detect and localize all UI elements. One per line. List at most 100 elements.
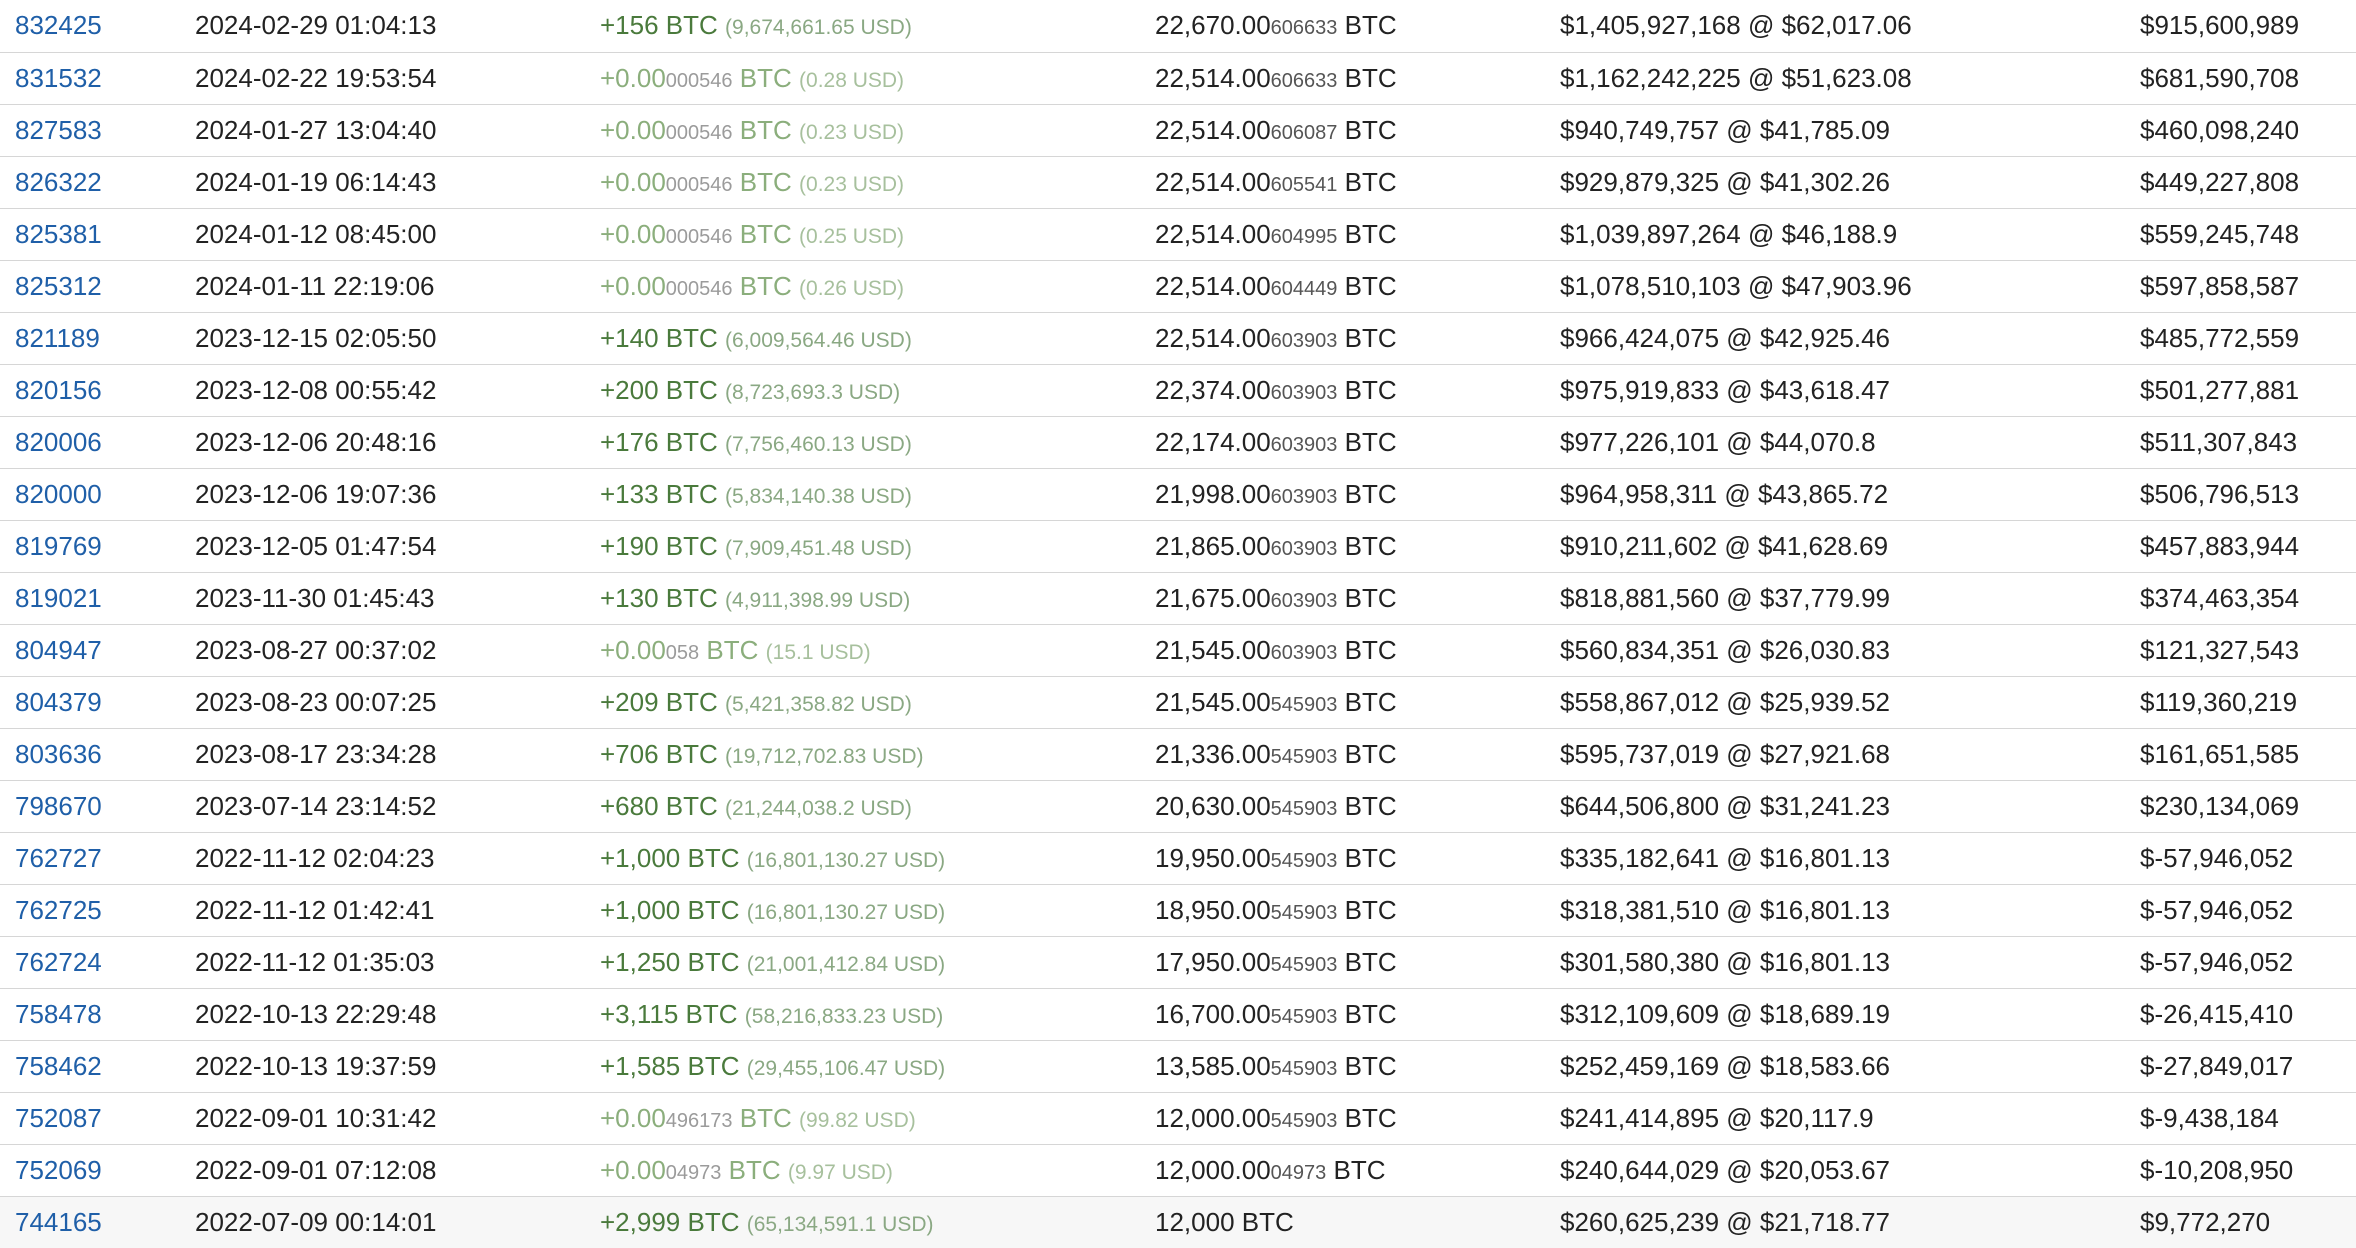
timestamp: 2024-01-11 22:19:06 [195,270,435,301]
block-link[interactable]: 820156 [15,375,102,405]
profit-cell: $501,277,881 [2140,364,2356,417]
balance-usd-value-cell: $252,459,169 @ $18,583.66 [1560,1040,2140,1093]
amount-value: +1,250 [600,946,681,977]
amount-cell: +680 BTC (21,244,038.2 USD) [600,780,1155,833]
block-link[interactable]: 744165 [15,1207,102,1237]
amount-value: +0.00 [600,634,666,665]
balance-fraction: 545903 [1270,953,1338,976]
balance-value: 22,514.00 [1155,322,1271,353]
block-link[interactable]: 831532 [15,63,102,93]
balance-usd-value-cell: $940,749,757 @ $41,785.09 [1560,104,2140,157]
balance-cell: 21,865.00603903 BTC [1155,520,1560,573]
balance-value: 22,514.00 [1155,218,1271,249]
table-row: 819769 2023-12-05 01:47:54 +190 BTC (7,909… [0,520,2356,573]
timestamp: 2023-12-15 02:05:50 [195,322,437,353]
timestamp: 2023-12-06 20:48:16 [195,426,437,457]
balance-fraction: 603903 [1270,329,1338,352]
block-cell: 752069 [0,1144,195,1197]
balance-cell: 12,000.00545903 BTC [1155,1092,1560,1145]
balance-usd-value-cell: $977,226,101 @ $44,070.8 [1560,416,2140,469]
table-row: 831532 2024-02-22 19:53:54 +0.00000546 BTC… [0,52,2356,105]
balance-usd-value-cell: $560,834,351 @ $26,030.83 [1560,624,2140,677]
block-link[interactable]: 752087 [15,1103,102,1133]
profit-cell: $915,600,989 [2140,0,2356,53]
timestamp: 2022-11-12 02:04:23 [195,842,435,873]
amount-unit: BTC [699,634,759,665]
table-row: 803636 2023-08-17 23:34:28 +706 BTC (19,71… [0,728,2356,781]
balance-unit: BTC [1337,218,1397,249]
block-link[interactable]: 758478 [15,999,102,1029]
block-link[interactable]: 758462 [15,1051,102,1081]
block-link[interactable]: 826322 [15,167,102,197]
block-link[interactable]: 762724 [15,947,102,977]
profit-cell: $119,360,219 [2140,676,2356,729]
block-link[interactable]: 825312 [15,271,102,301]
block-link[interactable]: 832425 [15,10,102,40]
block-link[interactable]: 798670 [15,791,102,821]
block-link[interactable]: 804947 [15,635,102,665]
profit-cell: $230,134,069 [2140,780,2356,833]
timestamp: 2023-12-08 00:55:42 [195,374,437,405]
timestamp: 2024-01-19 06:14:43 [195,166,437,197]
timestamp: 2023-11-30 01:45:43 [195,582,435,613]
block-link[interactable]: 820000 [15,479,102,509]
amount-cell: +209 BTC (5,421,358.82 USD) [600,676,1155,729]
balance-usd-value: $966,424,075 @ $42,925.46 [1560,322,1891,353]
amount-unit: BTC [732,270,792,301]
block-link[interactable]: 752069 [15,1155,102,1185]
block-link[interactable]: 821189 [15,323,100,353]
time-cell: 2023-08-27 00:37:02 [195,624,600,677]
balance-value: 22,514.00 [1155,270,1271,301]
balance-usd-value-cell: $966,424,075 @ $42,925.46 [1560,312,2140,365]
balance-cell: 21,336.00545903 BTC [1155,728,1560,781]
block-link[interactable]: 803636 [15,739,102,769]
profit-value: $457,883,944 [2140,530,2300,561]
amount-cell: +140 BTC (6,009,564.46 USD) [600,312,1155,365]
block-link[interactable]: 804379 [15,687,102,717]
block-link[interactable]: 762727 [15,843,102,873]
profit-value: $449,227,808 [2140,166,2300,197]
block-link[interactable]: 825381 [15,219,102,249]
block-link[interactable]: 820006 [15,427,102,457]
balance-unit: BTC [1337,62,1397,93]
block-link[interactable]: 762725 [15,895,102,925]
balance-usd-value-cell: $595,737,019 @ $27,921.68 [1560,728,2140,781]
amount-usd: (9.97 USD) [787,1160,893,1184]
balance-value: 13,585.00 [1155,1050,1271,1081]
amount-value: +0.00 [600,1102,666,1133]
balance-cell: 17,950.00545903 BTC [1155,936,1560,989]
block-cell: 803636 [0,728,195,781]
balance-cell: 19,950.00545903 BTC [1155,832,1560,885]
time-cell: 2024-01-11 22:19:06 [195,260,600,313]
balance-cell: 21,545.00545903 BTC [1155,676,1560,729]
table-row: 804947 2023-08-27 00:37:02 +0.00058 BTC (1… [0,624,2356,677]
timestamp: 2022-11-12 01:42:41 [195,894,435,925]
balance-usd-value-cell: $240,644,029 @ $20,053.67 [1560,1144,2140,1197]
table-row: 821189 2023-12-15 02:05:50 +140 BTC (6,009… [0,312,2356,365]
balance-fraction: 603903 [1270,485,1338,508]
balance-value: 22,374.00 [1155,374,1271,405]
balance-fraction: 606633 [1270,17,1338,40]
block-cell: 758478 [0,988,195,1041]
block-cell: 831532 [0,52,195,105]
amount-value: +130 [600,582,659,613]
balance-usd-value: $240,644,029 @ $20,053.67 [1560,1154,1891,1185]
profit-cell: $9,772,270 [2140,1196,2356,1248]
balance-unit: BTC [1234,1206,1294,1237]
block-link[interactable]: 819021 [15,583,102,613]
amount-cell: +0.00000546 BTC (0.25 USD) [600,208,1155,261]
table-row: 752069 2022-09-01 07:12:08 +0.0004973 BTC … [0,1144,2356,1197]
balance-fraction: 04973 [1270,1161,1327,1184]
time-cell: 2023-12-15 02:05:50 [195,312,600,365]
balance-fraction: 545903 [1270,745,1338,768]
balance-usd-value-cell: $964,958,311 @ $43,865.72 [1560,468,2140,521]
timestamp: 2023-12-05 01:47:54 [195,530,437,561]
table-row: 820000 2023-12-06 19:07:36 +133 BTC (5,834… [0,468,2356,521]
profit-value: $230,134,069 [2140,790,2300,821]
block-link[interactable]: 819769 [15,531,102,561]
amount-value: +0.00 [600,1154,666,1185]
profit-cell: $506,796,513 [2140,468,2356,521]
timestamp: 2022-10-13 19:37:59 [195,1050,437,1081]
balance-unit: BTC [1337,894,1397,925]
block-link[interactable]: 827583 [15,115,102,145]
